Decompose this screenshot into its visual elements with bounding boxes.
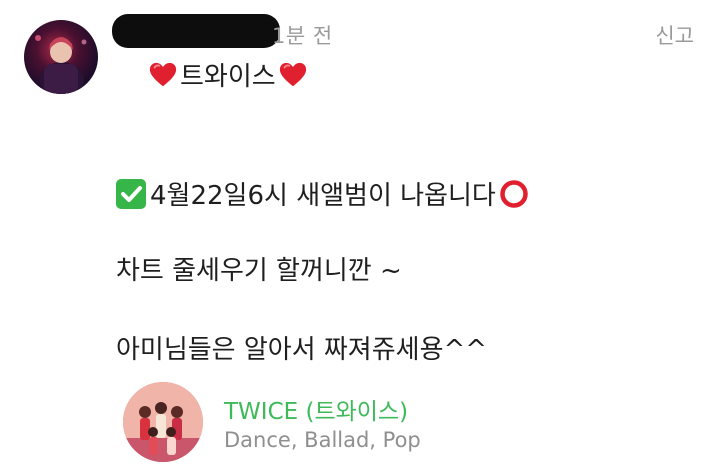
comment-line-3-text: 차트 줄세우기 할꺼니깐 ~ [116, 256, 402, 286]
large-circle-icon [500, 179, 528, 208]
comment-line-1-text: 트와이스 [180, 62, 276, 92]
album-cover[interactable] [123, 382, 203, 462]
comment-line-4: 아미님들은 알아서 짜져쥬세용^^ [116, 329, 487, 366]
report-link[interactable]: 신고 [655, 20, 694, 50]
red-heart-icon [279, 62, 306, 86]
comment-line-3: 차트 줄세우기 할꺼니깐 ~ [116, 250, 402, 287]
comment-screen: 1분 전 신고 트와이스 4월22일6시 새앨범이 나옵니다 차트 줄세우기 할… [0, 0, 720, 471]
redacted-username [112, 14, 280, 48]
comment-line-2: 4월22일6시 새앨범이 나옵니다 [116, 175, 530, 212]
comment-line-2-text: 4월22일6시 새앨범이 나옵니다 [150, 181, 496, 211]
red-heart-icon [149, 62, 177, 86]
comment-line-1: 트와이스 [146, 56, 310, 93]
music-genre: Dance, Ballad, Pop [224, 428, 421, 452]
comment-line-4-text: 아미님들은 알아서 짜져쥬세용^^ [116, 335, 488, 365]
user-avatar[interactable] [24, 20, 98, 94]
music-title-link[interactable]: TWICE (트와이스) [224, 392, 408, 426]
check-mark-icon [116, 178, 146, 209]
comment-timestamp: 1분 전 [272, 24, 333, 48]
